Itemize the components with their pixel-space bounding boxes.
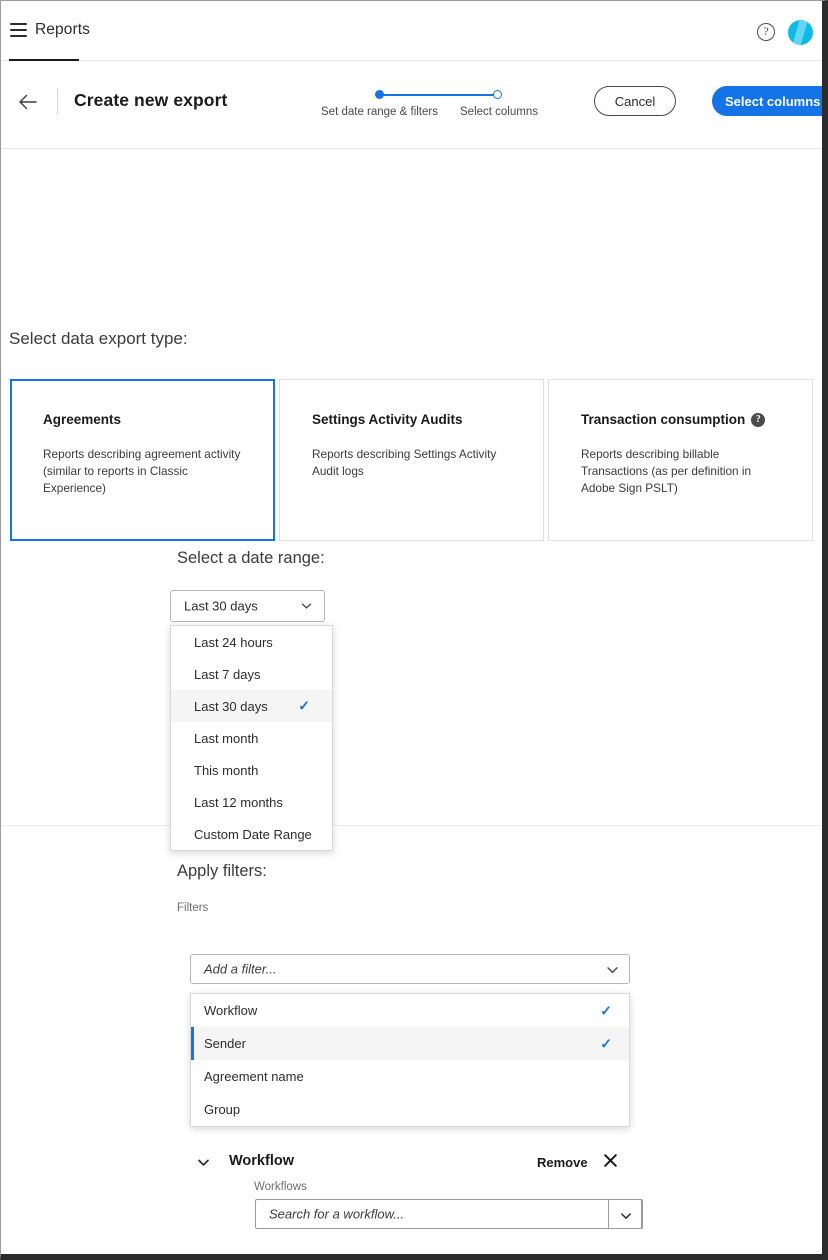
- export-type-card-list: Agreements Reports describing agreement …: [10, 379, 814, 541]
- check-icon: ✓: [298, 698, 310, 715]
- date-option-label: Last 24 hours: [194, 635, 273, 650]
- date-option-label: Last 30 days: [194, 699, 268, 714]
- date-option[interactable]: Last month: [171, 722, 332, 754]
- date-range-heading: Select a date range:: [177, 549, 325, 568]
- section-divider: [1, 825, 822, 826]
- filter-option-sender[interactable]: Sender ✓: [191, 1027, 629, 1060]
- card-title-text: Settings Activity Audits: [312, 412, 463, 427]
- check-icon: ✓: [600, 1035, 612, 1052]
- filter-block-title: Workflow: [229, 1153, 294, 1169]
- export-type-heading: Select data export type:: [9, 329, 188, 349]
- chevron-down-icon: [301, 601, 312, 612]
- app-viewport: Reports ? Create new export Set date ran…: [1, 1, 822, 1254]
- hamburger-menu-icon[interactable]: [10, 23, 27, 37]
- filter-option-workflow[interactable]: Workflow ✓: [191, 994, 629, 1027]
- date-option-label: This month: [194, 763, 258, 778]
- card-title-text: Transaction consumption: [581, 412, 745, 427]
- card-description: Reports describing Settings Activity Aud…: [312, 446, 514, 480]
- filter-option-label: Sender: [204, 1036, 246, 1051]
- screenshot-frame: Reports ? Create new export Set date ran…: [0, 0, 828, 1260]
- workflow-search-input[interactable]: Search for a workflow...: [255, 1199, 643, 1229]
- date-option-label: Last month: [194, 731, 258, 746]
- remove-filter-link[interactable]: Remove: [537, 1155, 588, 1170]
- filter-option-label: Agreement name: [204, 1069, 304, 1084]
- export-type-card-settings-activity-audits[interactable]: Settings Activity Audits Reports describ…: [279, 379, 544, 541]
- page-header: Create new export: [1, 61, 822, 149]
- stepper-dot-1[interactable]: [375, 90, 384, 99]
- global-nav-bar: Reports ?: [1, 1, 822, 61]
- date-option-label: Custom Date Range: [194, 827, 312, 842]
- apply-filters-heading: Apply filters:: [177, 862, 267, 881]
- check-icon: ✓: [600, 1002, 612, 1019]
- help-icon[interactable]: ?: [757, 23, 775, 41]
- date-option-selected[interactable]: Last 30 days ✓: [171, 690, 332, 722]
- card-title: Settings Activity Audits: [312, 412, 514, 427]
- filter-option-agreement-name[interactable]: Agreement name: [191, 1060, 629, 1093]
- date-range-select[interactable]: Last 30 days: [170, 590, 325, 622]
- cancel-button[interactable]: Cancel: [594, 86, 676, 116]
- workflow-dropdown-button[interactable]: [608, 1199, 642, 1229]
- stepper-track: [378, 94, 498, 96]
- date-option[interactable]: Custom Date Range: [171, 818, 332, 850]
- add-filter-placeholder: Add a filter...: [204, 962, 277, 977]
- card-description: Reports describing agreement activity (s…: [43, 446, 245, 497]
- date-option-label: Last 7 days: [194, 667, 261, 682]
- stepper-dot-2[interactable]: [493, 90, 502, 99]
- date-option[interactable]: Last 24 hours: [171, 626, 332, 658]
- date-range-value: Last 30 days: [184, 599, 258, 614]
- close-icon[interactable]: [603, 1153, 618, 1168]
- info-icon[interactable]: ?: [751, 413, 765, 427]
- stepper-label-2: Select columns: [460, 106, 538, 118]
- date-option-label: Last 12 months: [194, 795, 283, 810]
- date-option[interactable]: Last 12 months: [171, 786, 332, 818]
- export-type-card-agreements[interactable]: Agreements Reports describing agreement …: [10, 379, 275, 541]
- add-filter-dropdown-menu[interactable]: Workflow ✓ Sender ✓ Agreement name Group: [190, 993, 630, 1127]
- card-title: Agreements: [43, 412, 245, 427]
- filter-option-group[interactable]: Group: [191, 1093, 629, 1126]
- stepper-label-1: Set date range & filters: [321, 106, 438, 118]
- filter-option-label: Workflow: [204, 1003, 257, 1018]
- chevron-down-icon[interactable]: [197, 1156, 210, 1169]
- filter-field-label: Workflows: [254, 1181, 307, 1193]
- workflow-search-placeholder: Search for a workflow...: [269, 1207, 404, 1222]
- back-arrow-icon[interactable]: [17, 91, 39, 113]
- card-title: Transaction consumption ?: [581, 412, 783, 427]
- date-range-dropdown-menu[interactable]: Last 24 hours Last 7 days Last 30 days ✓…: [170, 625, 333, 851]
- card-description: Reports describing billable Transactions…: [581, 446, 783, 497]
- date-option[interactable]: This month: [171, 754, 332, 786]
- card-title-text: Agreements: [43, 412, 121, 427]
- page-title: Create new export: [74, 90, 227, 111]
- select-columns-button[interactable]: Select columns: [712, 86, 822, 116]
- filters-field-label: Filters: [177, 902, 208, 914]
- user-avatar[interactable]: [788, 20, 813, 45]
- add-filter-select[interactable]: Add a filter...: [190, 954, 630, 984]
- chevron-down-icon: [606, 964, 617, 975]
- export-type-card-transaction-consumption[interactable]: Transaction consumption ? Reports descri…: [548, 379, 813, 541]
- date-option[interactable]: Last 7 days: [171, 658, 332, 690]
- nav-title: Reports: [35, 21, 90, 39]
- filter-option-label: Group: [204, 1102, 240, 1117]
- header-divider: [57, 89, 58, 115]
